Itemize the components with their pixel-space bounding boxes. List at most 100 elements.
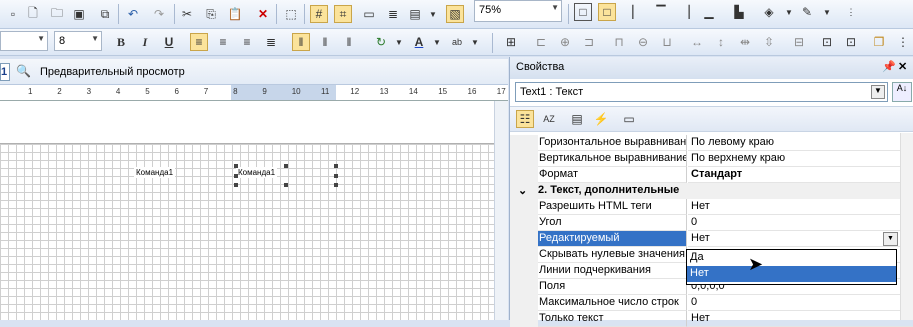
align-left-edges-icon[interactable]: ⊏ xyxy=(532,33,550,51)
save-icon[interactable]: ▣ xyxy=(70,5,88,23)
sort-az-button[interactable]: A↓ xyxy=(892,82,912,102)
italic-icon[interactable]: I xyxy=(136,33,154,51)
property-value[interactable]: Нет xyxy=(688,231,913,247)
bring-to-front-icon[interactable]: ❐ xyxy=(870,33,888,51)
resize-handle[interactable] xyxy=(234,183,238,187)
border-all-icon[interactable]: □ xyxy=(574,3,592,21)
vertical-top-icon[interactable]: ‖ xyxy=(292,33,310,51)
new-page-icon[interactable]: ▫ xyxy=(4,5,22,23)
center-page-icon[interactable]: ⊡ xyxy=(818,33,836,51)
border-top-icon[interactable]: ▔ xyxy=(652,3,670,21)
list-icon[interactable]: ≣ xyxy=(384,5,402,23)
redo-icon[interactable]: ↷ xyxy=(150,5,168,23)
copy-icon[interactable]: ⎘ xyxy=(202,5,220,23)
categorized-icon[interactable]: ☷ xyxy=(516,110,534,128)
paste-icon[interactable]: 📋 xyxy=(226,5,244,23)
alphabetical-icon[interactable]: AZ xyxy=(540,110,558,128)
dropdown-button[interactable]: ▼ xyxy=(883,232,898,246)
dropdown-option[interactable]: Нет xyxy=(687,266,896,282)
font-size-select[interactable]: 8 ▼ xyxy=(54,31,102,51)
bold-icon[interactable]: B xyxy=(112,33,130,51)
pen-color-icon[interactable]: ✎ xyxy=(798,3,816,21)
align-bottom-edges-icon[interactable]: ⊔ xyxy=(658,33,676,51)
property-row[interactable]: Разрешить HTML теги Нет xyxy=(510,199,913,215)
center-horizontal-icon[interactable]: ⊟ xyxy=(790,33,808,51)
property-row[interactable]: Только текст Нет xyxy=(510,311,913,327)
tab-page-1[interactable]: 1 xyxy=(0,63,10,81)
copy-page-icon[interactable]: ⧉ xyxy=(96,5,114,23)
chevron-down-icon[interactable]: ▼ xyxy=(428,33,446,51)
new-document-icon[interactable]: 🗋 xyxy=(24,5,42,23)
font-color-icon[interactable]: A xyxy=(410,33,428,51)
justify-icon[interactable]: ≣ xyxy=(262,33,280,51)
border-left-icon[interactable]: ▏ xyxy=(628,3,646,21)
property-value[interactable]: Нет xyxy=(688,199,913,215)
object-select[interactable]: Text1 : Текст ▼ xyxy=(515,82,888,102)
resize-handle[interactable] xyxy=(284,164,288,168)
open-icon[interactable]: 🗀 xyxy=(48,5,66,23)
resize-handle[interactable] xyxy=(334,183,338,187)
align-left-icon[interactable]: ≡ xyxy=(190,33,208,51)
chevron-down-icon[interactable]: ▼ xyxy=(390,33,408,51)
chevron-down-icon[interactable]: ▼ xyxy=(780,3,798,21)
property-row[interactable]: Максимальное число строк 0 xyxy=(510,295,913,311)
align-middles-icon[interactable]: ⊖ xyxy=(634,33,652,51)
properties-icon[interactable]: ▤ xyxy=(568,110,586,128)
property-row[interactable]: Формат Стандарт xyxy=(510,167,913,183)
align-objects-icon[interactable]: ⊞ xyxy=(502,33,520,51)
fill-color-icon[interactable]: ◈ xyxy=(760,3,778,21)
chevron-down-icon[interactable]: ▼ xyxy=(424,5,442,23)
events-icon[interactable]: ⚡ xyxy=(592,110,610,128)
highlight-icon[interactable]: ab xyxy=(448,33,466,51)
collapse-icon[interactable]: ⌄ xyxy=(518,184,527,197)
resize-handle[interactable] xyxy=(234,164,238,168)
property-row[interactable]: Редактируемый Нет ▼ xyxy=(510,231,913,247)
underline-icon[interactable]: U xyxy=(160,33,178,51)
editable-dropdown-list[interactable]: Да Нет xyxy=(686,249,897,285)
border-bottom-icon[interactable]: ▁ xyxy=(700,3,718,21)
property-value[interactable]: 0 xyxy=(688,215,913,231)
resize-handle[interactable] xyxy=(334,164,338,168)
resize-handle[interactable] xyxy=(334,174,338,178)
font-name-select[interactable]: ▼ xyxy=(0,31,48,51)
align-center-icon[interactable]: ≡ xyxy=(214,33,232,51)
align-right-edges-icon[interactable]: ⊐ xyxy=(580,33,598,51)
image-icon[interactable]: ▧ xyxy=(446,5,464,23)
style-icon[interactable]: ▤ xyxy=(406,5,424,23)
property-value[interactable]: 0 xyxy=(688,295,913,311)
property-row[interactable]: Горизонтальное выравнивание По левому кра… xyxy=(510,135,913,151)
align-top-edges-icon[interactable]: ⊓ xyxy=(610,33,628,51)
property-row[interactable]: Вертикальное выравнивание По верхнему кра… xyxy=(510,151,913,167)
make-same-height-icon[interactable]: ↕ xyxy=(712,33,730,51)
property-value[interactable]: По левому краю xyxy=(688,135,913,151)
chevron-down-icon[interactable]: ▼ xyxy=(466,33,484,51)
property-value[interactable]: Стандарт xyxy=(688,167,913,183)
align-right-icon[interactable]: ≡ xyxy=(238,33,256,51)
border-none-icon[interactable]: □ xyxy=(598,3,616,21)
border-right-icon[interactable]: ▕ xyxy=(676,3,694,21)
send-to-back-icon[interactable]: ⋮ xyxy=(894,33,912,51)
property-row[interactable]: Угол 0 xyxy=(510,215,913,231)
align-centers-icon[interactable]: ⊕ xyxy=(556,33,574,51)
chevron-down-icon[interactable]: ▼ xyxy=(818,3,836,21)
pin-icon[interactable]: 📌 xyxy=(882,60,896,73)
tab-preview[interactable]: Предварительный просмотр xyxy=(40,66,185,78)
resize-handle[interactable] xyxy=(234,174,238,178)
select-all-icon[interactable]: ⬚ xyxy=(282,5,300,23)
vertical-scrollbar[interactable] xyxy=(494,101,508,320)
vertical-center-icon[interactable]: ‖ xyxy=(316,33,334,51)
property-value[interactable]: Нет xyxy=(688,311,913,327)
grid-icon[interactable]: # xyxy=(310,5,328,23)
space-horizontal-icon[interactable]: ⇹ xyxy=(736,33,754,51)
dropdown-option[interactable]: Да xyxy=(687,250,896,266)
resize-handle[interactable] xyxy=(284,183,288,187)
toolbar-options-icon[interactable]: ⋮ xyxy=(842,3,860,21)
page-icon[interactable]: ▭ xyxy=(360,5,378,23)
shadow-icon[interactable]: ▙ xyxy=(730,3,748,21)
property-pages-icon[interactable]: ▭ xyxy=(620,110,638,128)
delete-icon[interactable]: ✕ xyxy=(254,5,272,23)
space-vertical-icon[interactable]: ⇳ xyxy=(760,33,778,51)
center-vertical-icon[interactable]: ⊡ xyxy=(842,33,860,51)
close-icon[interactable]: ✕ xyxy=(898,60,907,73)
undo-icon[interactable]: ↶ xyxy=(124,5,142,23)
